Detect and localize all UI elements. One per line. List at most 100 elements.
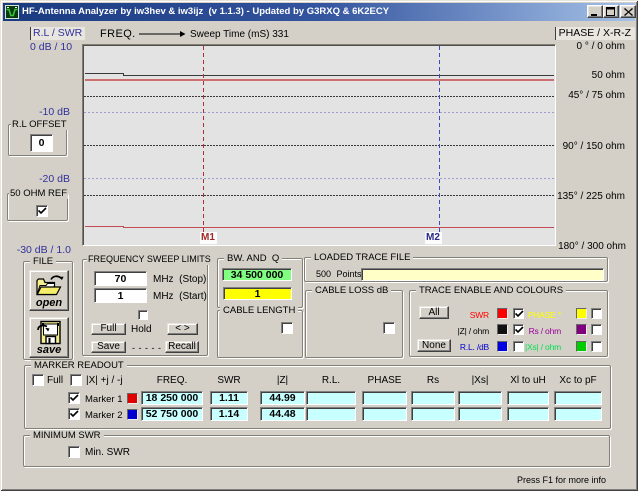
trace-checkbox-z[interactable]	[513, 324, 524, 335]
marker2-xs	[458, 407, 502, 421]
marker-xj-label: |X| +j / -j	[86, 375, 123, 386]
ohm-ref-title: 50 OHM REF	[9, 188, 68, 199]
left-axis-bottom-label: -30 dB / 1.0	[17, 244, 71, 256]
trace-enable-title: TRACE ENABLE AND COLOURS	[416, 285, 566, 296]
maximize-button[interactable]	[603, 5, 619, 18]
full-button[interactable]: Full	[91, 323, 126, 335]
maximize-icon	[606, 7, 616, 16]
rl-offset-input[interactable]: 0	[30, 134, 53, 152]
ohm-ref-group: 50 OHM REF	[7, 193, 68, 221]
cable-loss-title: CABLE LOSS dB	[312, 285, 391, 296]
marker1-checkbox[interactable]	[68, 392, 80, 404]
save-button-label: save	[37, 345, 61, 356]
trace-all-button[interactable]: All	[419, 306, 449, 319]
trace-file-input[interactable]	[361, 268, 604, 281]
col-header-rs: Rs	[411, 375, 455, 386]
trace-swatch-xs[interactable]	[576, 341, 587, 352]
min-swr-label: Min. SWR	[85, 447, 130, 458]
trace-swatch-rl[interactable]	[497, 341, 508, 352]
marker-label-m2: M2	[425, 232, 442, 244]
ohm-ref-checkbox[interactable]	[36, 205, 48, 217]
sweep-time-value: 331	[272, 29, 289, 40]
gridline-ohm-150	[84, 145, 554, 146]
min-swr-checkbox[interactable]	[68, 446, 80, 458]
gridline-ohm-225	[84, 195, 554, 196]
hold-label: Hold	[131, 324, 152, 335]
marker1-rs	[411, 391, 455, 405]
marker-line-m2	[439, 46, 440, 244]
marker2-swr: 1.14	[210, 407, 248, 421]
col-header-xc: Xc to pF	[554, 375, 602, 386]
open-button[interactable]: open	[29, 270, 69, 311]
status-help-text: Press F1 for more info	[517, 475, 606, 485]
cable-length-title: CABLE LENGTH	[220, 305, 298, 316]
marker1-rl	[306, 391, 356, 405]
marker2-swatch[interactable]	[127, 409, 138, 420]
marker2-xc	[554, 407, 602, 421]
close-button[interactable]	[620, 5, 636, 18]
right-axis-top-label: 0 ° / 0 ohm	[577, 41, 625, 52]
check-icon	[515, 326, 524, 335]
trace-swatch-rs[interactable]	[576, 324, 587, 335]
left-axis-title: R.L / SWR	[30, 27, 85, 40]
trace-swatch-z[interactable]	[497, 324, 508, 335]
open-folder-icon	[34, 273, 64, 298]
trace-swatch-phase[interactable]	[576, 308, 587, 319]
marker2-phase	[362, 407, 407, 421]
col-header-xl: Xl to uH	[507, 375, 549, 386]
recall-button[interactable]: Recall	[165, 341, 199, 353]
dashes-label: - - - - -	[132, 343, 162, 353]
right-axis-title: PHASE / X-R-Z	[555, 27, 635, 40]
save-button[interactable]: save	[29, 317, 69, 358]
bw-q-title: BW. AND Q	[224, 253, 282, 264]
trace-checkbox-phase[interactable]	[591, 308, 602, 319]
marker-xj-checkbox[interactable]	[70, 374, 82, 386]
marker-full-label: Full	[47, 375, 63, 386]
gridline-db-10	[84, 112, 554, 113]
right-axis-45deg: 45° / 75 ohm	[568, 90, 625, 101]
start-freq-input[interactable]: 1	[94, 288, 147, 303]
freq-sweep-title: FREQUENCY SWEEP LIMITS	[87, 254, 212, 265]
marker2-freq: 52 750 000	[141, 407, 203, 421]
marker1-freq: 18 250 000	[141, 391, 203, 405]
col-header-rl: R.L.	[306, 375, 356, 386]
marker1-xs	[458, 391, 502, 405]
stop-freq-label: MHz (Stop)	[153, 274, 206, 285]
trace-checkbox-rl[interactable]	[513, 341, 524, 352]
marker1-phase	[362, 391, 407, 405]
trace-checkbox-rs[interactable]	[591, 324, 602, 335]
sweep-plot[interactable]: M1M2	[82, 44, 556, 246]
right-axis-90deg: 90° / 150 ohm	[563, 141, 625, 152]
trace-50-ohm-ref	[85, 79, 554, 81]
bw-field: 34 500 000	[222, 268, 292, 281]
stop-freq-input[interactable]: 70	[94, 271, 147, 286]
trace-swatch-swr[interactable]	[497, 308, 508, 319]
left-axis-top-label: 0 dB / 10	[30, 41, 72, 53]
q-field: 1	[223, 287, 292, 300]
cable-length-checkbox[interactable]	[281, 322, 293, 334]
gridline-db-20	[84, 178, 554, 179]
check-icon	[515, 310, 524, 319]
trace-checkbox-xs[interactable]	[591, 341, 602, 352]
trace-label-phase: PHASE °	[528, 310, 561, 320]
minimize-button[interactable]	[587, 5, 603, 18]
marker2-z: 44.48	[260, 407, 305, 421]
hold-checkbox[interactable]	[138, 310, 148, 320]
marker2-checkbox[interactable]	[68, 408, 80, 420]
minimum-swr-title: MINIMUM SWR	[30, 430, 104, 441]
marker1-swatch[interactable]	[127, 393, 138, 404]
trace-swr	[85, 226, 119, 227]
cable-loss-checkbox[interactable]	[383, 322, 395, 334]
updown-button[interactable]: < >	[167, 323, 198, 335]
trace-checkbox-swr[interactable]	[513, 308, 524, 319]
marker-full-checkbox[interactable]	[32, 374, 44, 386]
marker-readout-title: MARKER READOUT	[31, 360, 127, 371]
trace-none-button[interactable]: None	[417, 339, 451, 352]
save-limits-button[interactable]: Save	[91, 341, 126, 353]
title-bar[interactable]: HF-Antenna Analyzer by iw3hev & iw3ijz (…	[3, 3, 635, 21]
minimize-icon	[590, 7, 600, 16]
loaded-trace-title: LOADED TRACE FILE	[311, 252, 413, 263]
marker1-xc	[554, 391, 602, 405]
points-label: Points	[337, 269, 362, 279]
col-header-swr: SWR	[210, 375, 248, 386]
